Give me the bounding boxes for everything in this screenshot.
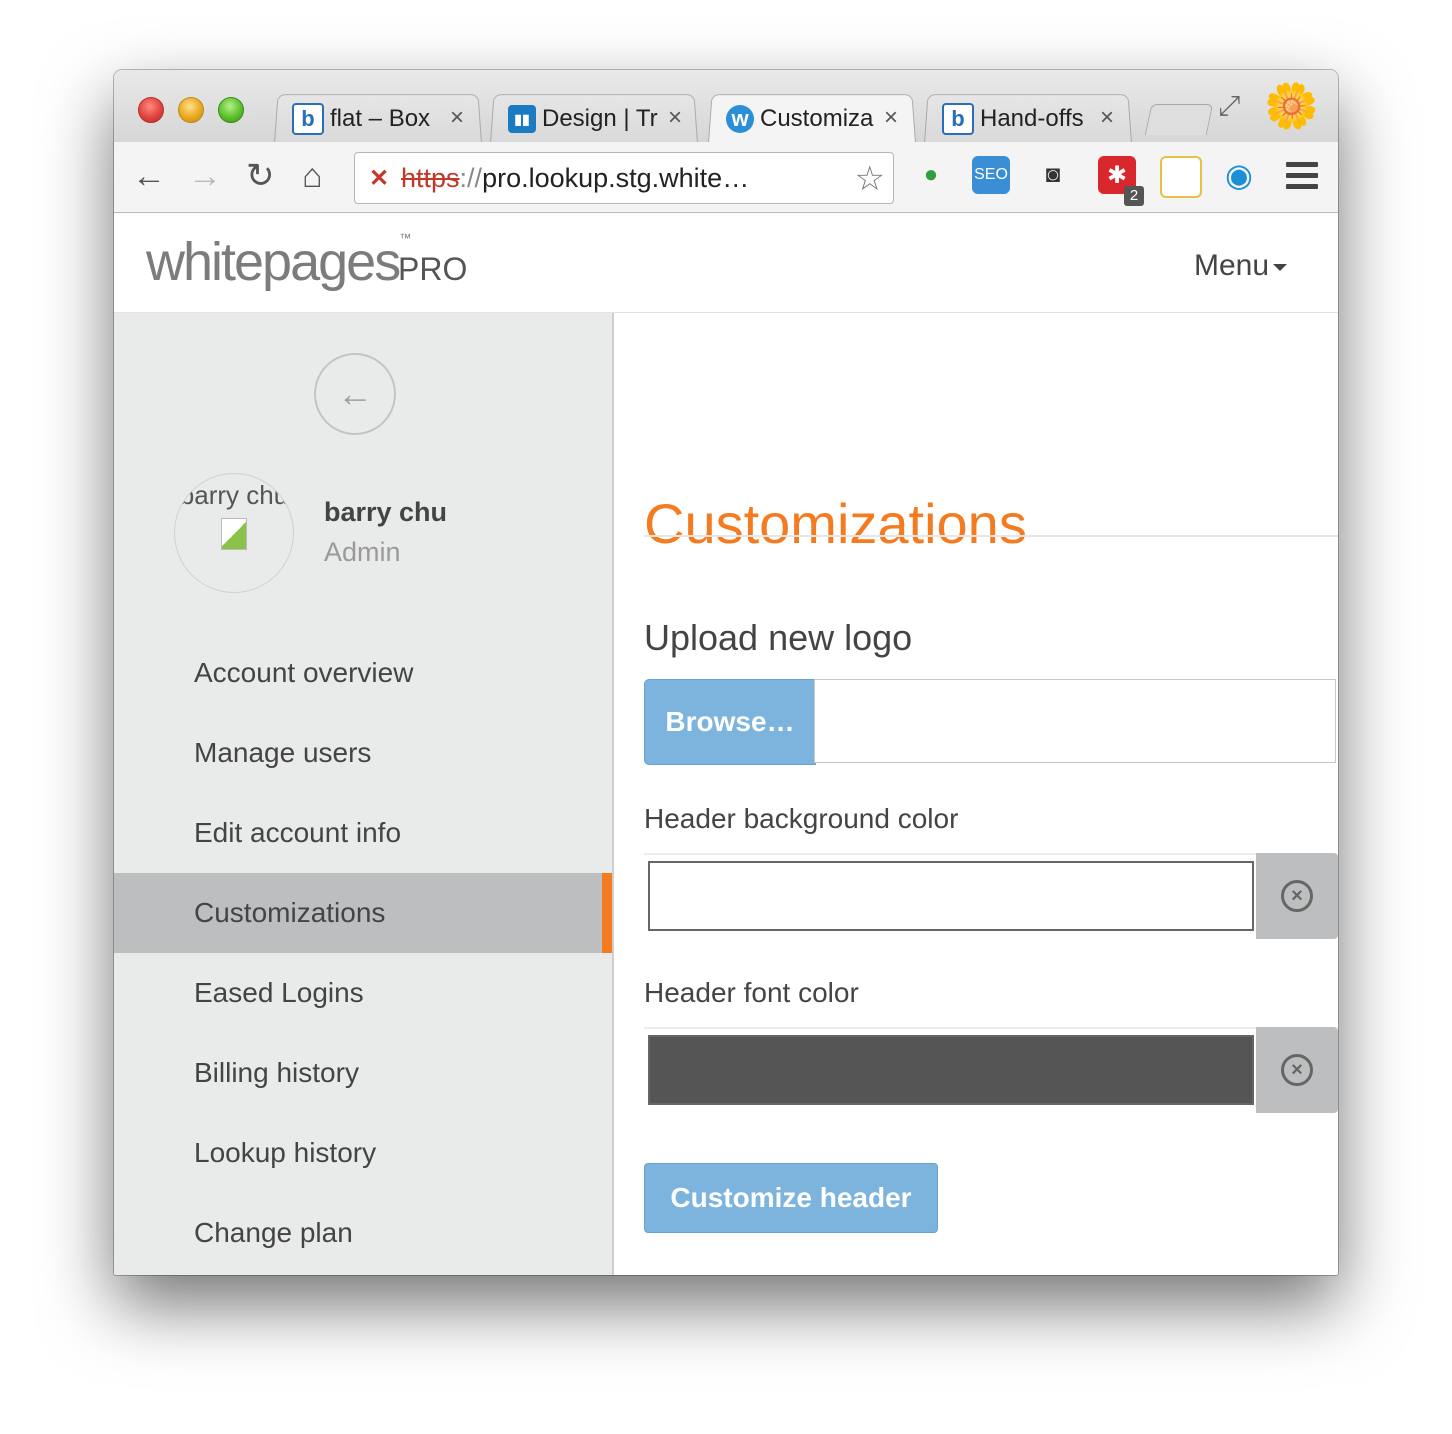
bookmark-star-icon[interactable]: ☆ <box>855 159 885 199</box>
header-bg-color-group: × <box>644 853 1338 939</box>
user-name: barry chu <box>324 497 448 527</box>
logo-trademark: ™ <box>399 231 412 245</box>
tab-label-3: w Customiza <box>726 100 890 138</box>
tab-label-4: b Hand-offs <box>942 100 1110 138</box>
url-scheme: https <box>401 162 460 193</box>
tab-title: Hand-offs <box>980 105 1084 132</box>
header-font-color-input[interactable] <box>648 1035 1254 1105</box>
whitepages-icon: w <box>726 105 754 133</box>
back-arrow-button[interactable]: ← <box>314 353 396 435</box>
sidebar-item-label: Lookup history <box>194 1137 377 1168</box>
close-circle-icon: × <box>1281 1054 1313 1086</box>
tab-close-icon[interactable]: × <box>1100 104 1114 132</box>
logo-text: whitepages <box>146 232 401 292</box>
tab-title: Design | Tr <box>542 105 658 132</box>
page-title: Customizations <box>644 491 1027 555</box>
menu-label: Menu <box>1194 249 1270 282</box>
insecure-lock-icon: ✕ <box>369 164 390 192</box>
sidebar-item-label: Edit account info <box>194 817 402 848</box>
sidebar-item-label: Customizations <box>194 897 386 928</box>
sidebar-item-eased-logins[interactable]: Eased Logins <box>114 953 612 1033</box>
browse-button[interactable]: Browse… <box>644 679 816 765</box>
user-role: Admin <box>324 537 401 567</box>
sidebar-item-billing-history[interactable]: Billing history <box>114 1033 612 1113</box>
divider <box>644 1027 1256 1029</box>
new-tab-button[interactable] <box>1144 104 1214 135</box>
tab-title: flat – Box <box>330 105 431 132</box>
page: whitepages™ PRO Menu ← barry chu barry c… <box>114 213 1338 1275</box>
caret-down-icon <box>1273 263 1288 271</box>
logo-pro: PRO <box>398 251 468 287</box>
extension-mask-icon[interactable]: ◙ <box>1034 156 1072 194</box>
upload-logo-heading: Upload new logo <box>644 617 913 658</box>
sidebar-item-customizations[interactable]: Customizations <box>114 873 612 953</box>
tab-close-icon[interactable]: × <box>668 104 682 132</box>
tab-close-icon[interactable]: × <box>450 104 464 132</box>
tab-label-2: ▮▮ Design | Tr <box>508 100 672 138</box>
extension-robot-icon[interactable]: ● <box>912 156 950 194</box>
back-arrow-icon[interactable]: ← <box>132 158 166 194</box>
sidebar-item-label: Account overview <box>194 657 414 688</box>
clear-bg-color-button[interactable]: × <box>1256 853 1338 939</box>
url-separator: :// <box>459 162 483 193</box>
extension-note-icon[interactable] <box>1160 156 1202 198</box>
sidebar: ← barry chu barry chu Admin Account over… <box>114 313 614 1275</box>
broken-image-icon <box>221 518 247 550</box>
sidebar-item-change-plan[interactable]: Change plan <box>114 1193 612 1273</box>
sidebar-item-manage-users[interactable]: Manage users <box>114 713 612 793</box>
avatar-alt-text: barry chu <box>179 480 289 510</box>
minimize-window-button[interactable] <box>178 97 204 123</box>
avatar: barry chu <box>174 473 294 593</box>
logo-upload-group: Browse… <box>644 679 1338 765</box>
whitepages-logo[interactable]: whitepages™ <box>146 231 411 293</box>
sidebar-item-label: Change plan <box>194 1217 353 1248</box>
sidebar-item-label: Billing history <box>194 1057 359 1088</box>
divider <box>644 853 1256 855</box>
divider <box>644 535 1338 537</box>
address-bar[interactable]: ✕ https :// pro.lookup.stg.white… ☆ <box>354 152 894 204</box>
box-icon: b <box>292 103 324 135</box>
tab-strip: b flat – Box × ▮▮ Design | Tr × w Custom… <box>114 70 1338 143</box>
browser-toolbar: ← → ↻ ⌂ ✕ https :// pro.lookup.stg.white… <box>114 142 1338 213</box>
zoom-window-button[interactable] <box>218 97 244 123</box>
url-text: pro.lookup.stg.white… <box>482 162 750 193</box>
header-bg-color-input[interactable] <box>648 861 1254 931</box>
sidebar-item-edit-account-info[interactable]: Edit account info <box>114 793 612 873</box>
tab-close-icon[interactable]: × <box>884 104 898 132</box>
tab-title: Customiza <box>760 105 874 132</box>
box-icon: b <box>942 103 974 135</box>
profile-avatar-icon[interactable]: 🌼 <box>1264 80 1319 132</box>
clear-font-color-button[interactable]: × <box>1256 1027 1338 1113</box>
header-font-color-label: Header font color <box>644 977 859 1008</box>
close-circle-icon: × <box>1281 880 1313 912</box>
reload-icon[interactable]: ↻ <box>246 158 275 194</box>
sidebar-item-label: Manage users <box>194 737 372 768</box>
site-header: whitepages™ PRO Menu <box>114 213 1338 313</box>
close-window-button[interactable] <box>138 97 164 123</box>
menu-button[interactable]: Menu <box>1194 249 1288 283</box>
tab-label-1: b flat – Box <box>292 100 460 138</box>
home-icon[interactable]: ⌂ <box>302 158 323 194</box>
extension-badge: 2 <box>1124 186 1144 206</box>
sidebar-item-lookup-history[interactable]: Lookup history <box>114 1113 612 1193</box>
trello-icon: ▮▮ <box>508 105 536 133</box>
extension-circle-icon[interactable]: ◉ <box>1220 156 1258 194</box>
sidebar-item-label: Eased Logins <box>194 977 364 1008</box>
browser-window: b flat – Box × ▮▮ Design | Tr × w Custom… <box>114 70 1338 1275</box>
sidebar-item-account-overview[interactable]: Account overview <box>114 633 612 713</box>
forward-arrow-icon[interactable]: → <box>188 158 222 194</box>
header-font-color-group: × <box>644 1027 1338 1113</box>
extension-seo-icon[interactable]: SEO <box>972 156 1010 194</box>
customize-header-button[interactable]: Customize header <box>644 1163 938 1233</box>
chrome-menu-icon[interactable] <box>1286 162 1318 195</box>
logo-file-field[interactable] <box>814 679 1336 763</box>
fullscreen-icon[interactable]: ⤢ <box>1218 90 1240 123</box>
header-bg-color-label: Header background color <box>644 803 959 834</box>
